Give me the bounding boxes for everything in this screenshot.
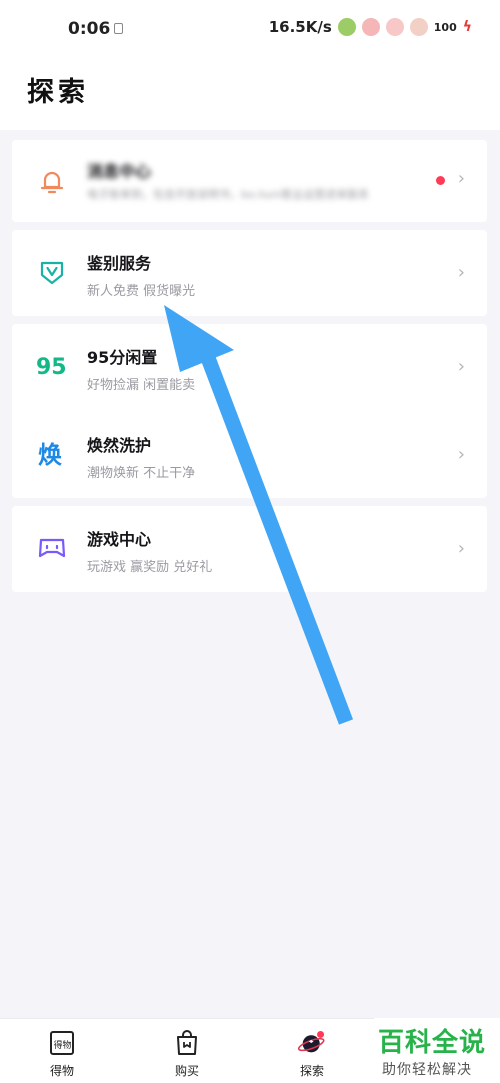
status-right-group: 16.5K/s 100 ϟ <box>269 18 472 36</box>
list-item-message-center[interactable]: 消息中心 电子账单到，包含开放说明书，bo.liuni客业运营进来联系 › <box>12 140 487 222</box>
gamepad-icon <box>36 532 68 564</box>
list-item-authentication[interactable]: 鉴别服务 新人免费 假货曝光 › <box>12 230 487 316</box>
page-header: 探索 <box>0 58 500 130</box>
shield-v-icon <box>36 256 68 288</box>
huan-washing-title: 焕然洗护 <box>87 436 152 455</box>
huan-washing-subtitle: 潮物焕新 不止干净 <box>87 466 196 481</box>
svg-text:95: 95 <box>36 355 67 380</box>
watermark: 百科全说 助你轻松解决 <box>374 1018 500 1083</box>
sim-icon <box>114 23 123 34</box>
unread-dot <box>436 176 445 185</box>
95-idle-title: 95分闲置 <box>87 348 158 367</box>
chevron-right-icon: › <box>457 356 465 377</box>
svg-text:焕: 焕 <box>38 441 62 469</box>
authentication-subtitle: 新人免费 假货曝光 <box>87 284 196 299</box>
services-card: 95 95分闲置 好物捡漏 闲置能卖 › 焕 焕然洗护 潮物焕新 不止干净 › <box>12 324 487 498</box>
95-idle-subtitle: 好物捡漏 闲置能卖 <box>87 378 196 393</box>
tab-dewu-label: 得物 <box>49 1064 74 1078</box>
tab-dewu[interactable]: 得物 得物 <box>22 1025 102 1083</box>
chevron-right-icon: › <box>457 262 465 283</box>
game-center-title: 游戏中心 <box>87 530 152 549</box>
message-center-subtitle: 电子账单到，包含开放说明书，bo.liuni客业运营进来联系 <box>87 188 370 201</box>
tab-explore-label: 探索 <box>299 1064 324 1078</box>
game-center-card[interactable]: 游戏中心 玩游戏 赢奖励 兑好礼 › <box>12 506 487 592</box>
watermark-title: 百科全说 <box>378 1028 487 1058</box>
game-center-subtitle: 玩游戏 赢奖励 兑好礼 <box>87 560 213 575</box>
page-title: 探索 <box>27 77 89 108</box>
planet-icon <box>298 1029 326 1057</box>
status-bar: 0:06 16.5K/s 100 ϟ <box>0 0 500 58</box>
charging-icon: ϟ <box>462 19 472 35</box>
list-item-huan-washing[interactable]: 焕 焕然洗护 潮物焕新 不止干净 › <box>12 412 487 498</box>
tab-buy-label: 购买 <box>174 1064 199 1078</box>
authentication-title: 鉴别服务 <box>87 254 152 273</box>
bell-icon <box>36 166 68 198</box>
status-time: 0:06 <box>68 19 111 39</box>
dewu-logo-icon: 得物 <box>48 1029 76 1057</box>
list-item-game-center[interactable]: 游戏中心 玩游戏 赢奖励 兑好礼 › <box>12 506 487 592</box>
battery-level: 100 <box>433 20 457 34</box>
network-speed: 16.5K/s <box>268 18 332 36</box>
95-logo-icon: 95 <box>36 350 68 382</box>
chevron-right-icon: › <box>457 538 465 559</box>
list-item-95-idle[interactable]: 95 95分闲置 好物捡漏 闲置能卖 › <box>12 324 487 410</box>
app-notification-icon <box>361 18 380 36</box>
app-notification-icon <box>385 18 404 36</box>
huan-logo-icon: 焕 <box>36 438 68 470</box>
chevron-right-icon: › <box>457 168 465 189</box>
message-center-card[interactable]: 消息中心 电子账单到，包含开放说明书，bo.liuni客业运营进来联系 › <box>12 140 487 222</box>
app-notification-icon <box>337 18 356 36</box>
battery-icon <box>409 18 428 36</box>
shopping-bag-icon <box>173 1029 201 1057</box>
tab-explore[interactable]: 探索 <box>272 1025 352 1083</box>
chevron-right-icon: › <box>457 444 465 465</box>
svg-text:得物: 得物 <box>54 1039 72 1051</box>
tab-buy[interactable]: 购买 <box>147 1025 227 1083</box>
authentication-card[interactable]: 鉴别服务 新人免费 假货曝光 › <box>12 230 487 316</box>
watermark-subtitle: 助你轻松解决 <box>382 1062 472 1078</box>
message-center-title: 消息中心 <box>87 162 152 181</box>
